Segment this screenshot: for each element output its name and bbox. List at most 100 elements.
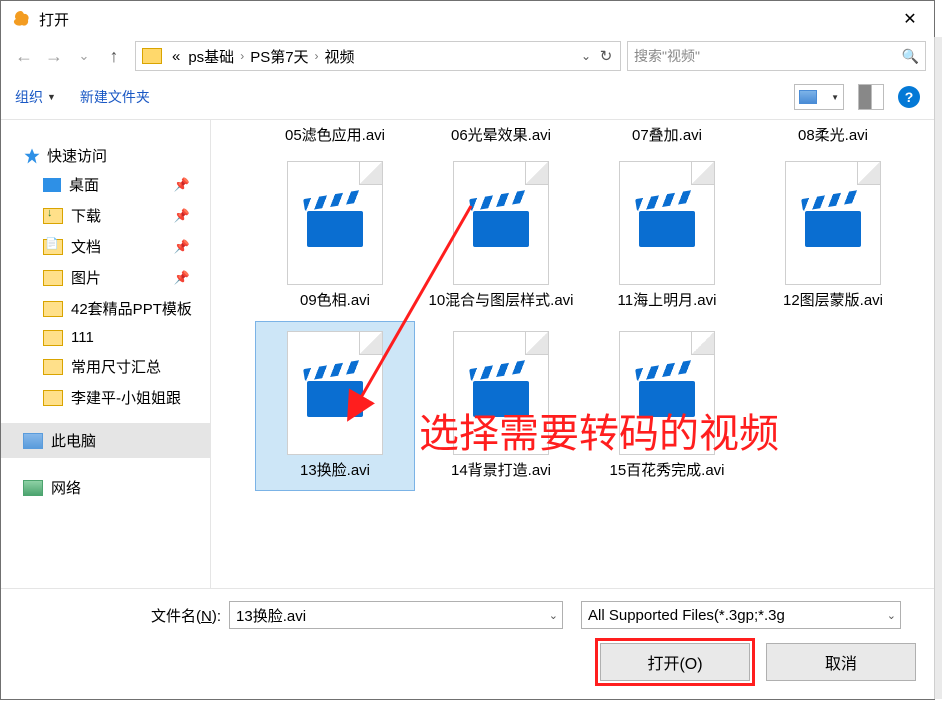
pin-icon: 📌 — [174, 208, 190, 224]
sidebar-this-pc[interactable]: 此电脑 — [1, 423, 210, 458]
folder-icon — [142, 48, 162, 64]
file-item[interactable]: 11海上明月.avi — [587, 151, 747, 321]
address-bar[interactable]: « ps基础 › PS第7天 › 视频 ⌄ ↻ — [135, 41, 621, 71]
sidebar-item-label: 李建平-小姐姐跟 — [71, 387, 181, 408]
breadcrumb-sep: › — [238, 49, 246, 63]
pictures-icon — [43, 270, 63, 286]
file-name-label: 11海上明月.avi — [616, 285, 719, 321]
file-item-selected[interactable]: 13换脸.avi — [255, 321, 415, 492]
documents-icon — [43, 239, 63, 255]
video-file-icon — [619, 161, 715, 285]
sidebar-item-label: 桌面 — [69, 174, 99, 195]
pin-icon: 📌 — [174, 239, 190, 255]
filename-label: 文件名(N): — [151, 605, 221, 626]
file-item[interactable]: 10混合与图层样式.avi — [421, 151, 581, 321]
file-item[interactable]: 12图层蒙版.avi — [753, 151, 913, 321]
file-name-label[interactable]: 06光晕效果.avi — [421, 124, 581, 151]
open-file-dialog: 打开 ✕ ← → ⌄ ↑ « ps基础 › PS第7天 › 视频 ⌄ ↻ 搜索"… — [0, 0, 935, 700]
sidebar: 快速访问 桌面 📌 下载 📌 文档 📌 图片 📌 — [1, 120, 211, 588]
file-item[interactable]: 09色相.avi — [255, 151, 415, 321]
breadcrumb[interactable]: 视频 — [321, 42, 359, 70]
pc-icon — [23, 433, 43, 449]
file-item[interactable]: 14背景打造.avi — [421, 321, 581, 492]
sidebar-item-label: 下载 — [71, 205, 101, 226]
arrow-left-icon: ← — [15, 46, 33, 67]
filetype-filter-dropdown[interactable]: All Supported Files(*.3gp;*.3g ⌄ — [581, 601, 901, 629]
sidebar-item-label: 此电脑 — [51, 430, 96, 451]
open-button[interactable]: 打开(O) — [600, 643, 750, 681]
sidebar-item-pictures[interactable]: 图片 📌 — [1, 262, 210, 293]
cancel-button[interactable]: 取消 — [766, 643, 916, 681]
address-dropdown-button[interactable]: ⌄ — [576, 49, 596, 63]
window-right-edge — [934, 37, 942, 699]
sidebar-quick-access[interactable]: 快速访问 — [1, 142, 210, 169]
pin-icon: 📌 — [174, 177, 190, 193]
sidebar-item-downloads[interactable]: 下载 📌 — [1, 200, 210, 231]
preview-pane-button[interactable] — [858, 84, 884, 110]
breadcrumb-prefix: « — [168, 42, 184, 70]
filename-value: 13换脸.avi — [236, 605, 306, 626]
help-button[interactable]: ? — [898, 86, 920, 108]
toolbar: 组织 ▼ 新建文件夹 ▼ ? — [1, 75, 934, 120]
sidebar-item-folder[interactable]: 111 — [1, 324, 210, 351]
help-icon: ? — [905, 89, 914, 105]
sidebar-item-folder[interactable]: 李建平-小姐姐跟 — [1, 382, 210, 413]
sidebar-item-label: 常用尺寸汇总 — [71, 356, 161, 377]
sidebar-item-folder[interactable]: 常用尺寸汇总 — [1, 351, 210, 382]
organize-menu-button[interactable]: 组织 ▼ — [15, 87, 56, 107]
chevron-down-icon: ▼ — [831, 93, 839, 102]
sidebar-item-folder[interactable]: 42套精品PPT模板 — [1, 293, 210, 324]
search-placeholder: 搜索"视频" — [634, 46, 902, 66]
file-name-label: 12图层蒙版.avi — [781, 285, 885, 321]
file-name-label: 13换脸.avi — [298, 455, 372, 491]
filter-value: All Supported Files(*.3gp;*.3g — [588, 607, 785, 624]
folder-icon — [43, 390, 63, 406]
bottom-bar: 文件名(N): 13换脸.avi ⌄ All Supported Files(*… — [1, 588, 934, 699]
breadcrumb[interactable]: PS第7天 — [246, 42, 312, 70]
sidebar-item-documents[interactable]: 文档 📌 — [1, 231, 210, 262]
video-file-icon — [287, 331, 383, 455]
file-name-label: 15百花秀完成.avi — [607, 455, 726, 491]
breadcrumb[interactable]: ps基础 — [184, 42, 238, 70]
organize-label: 组织 — [15, 87, 43, 107]
downloads-icon — [43, 208, 63, 224]
video-file-icon — [785, 161, 881, 285]
view-mode-button[interactable]: ▼ — [794, 84, 844, 110]
breadcrumb-sep: › — [313, 49, 321, 63]
folder-icon — [43, 301, 63, 317]
sidebar-item-label: 网络 — [51, 477, 81, 498]
window-title: 打开 — [39, 9, 69, 30]
folder-icon — [43, 359, 63, 375]
search-input[interactable]: 搜索"视频" 🔍 — [627, 41, 926, 71]
sidebar-network[interactable]: 网络 — [1, 470, 210, 505]
chevron-down-icon: ▼ — [47, 92, 56, 102]
file-name-label[interactable]: 05滤色应用.avi — [255, 124, 415, 151]
file-item[interactable]: 15百花秀完成.avi — [587, 321, 747, 492]
video-file-icon — [453, 331, 549, 455]
search-icon: 🔍 — [902, 48, 919, 65]
file-name-label[interactable]: 08柔光.avi — [753, 124, 913, 151]
filename-input[interactable]: 13换脸.avi ⌄ — [229, 601, 563, 629]
video-file-icon — [287, 161, 383, 285]
file-name-label: 10混合与图层样式.avi — [426, 285, 575, 321]
file-list-area[interactable]: 05滤色应用.avi 06光晕效果.avi 07叠加.avi 08柔光.avi … — [211, 120, 934, 588]
nav-forward-button[interactable]: → — [39, 41, 69, 71]
arrow-right-icon: → — [45, 46, 63, 67]
sidebar-item-label: 111 — [71, 329, 94, 346]
sidebar-item-label: 图片 — [71, 267, 101, 288]
chevron-down-icon[interactable]: ⌄ — [883, 609, 896, 622]
arrow-up-icon: ↑ — [110, 46, 119, 67]
new-folder-button[interactable]: 新建文件夹 — [80, 87, 150, 107]
nav-up-button[interactable]: ↑ — [99, 41, 129, 71]
file-name-label: 09色相.avi — [298, 285, 372, 321]
sidebar-item-desktop[interactable]: 桌面 📌 — [1, 169, 210, 200]
refresh-button[interactable]: ↻ — [596, 47, 616, 65]
nav-recent-dropdown[interactable]: ⌄ — [69, 41, 99, 71]
nav-row: ← → ⌄ ↑ « ps基础 › PS第7天 › 视频 ⌄ ↻ 搜索"视频" 🔍 — [1, 37, 934, 75]
chevron-down-icon[interactable]: ⌄ — [549, 609, 558, 622]
file-name-label[interactable]: 07叠加.avi — [587, 124, 747, 151]
nav-back-button[interactable]: ← — [9, 41, 39, 71]
dialog-body: 快速访问 桌面 📌 下载 📌 文档 📌 图片 📌 — [1, 120, 934, 588]
app-icon — [11, 9, 31, 29]
close-button[interactable]: ✕ — [886, 1, 934, 37]
